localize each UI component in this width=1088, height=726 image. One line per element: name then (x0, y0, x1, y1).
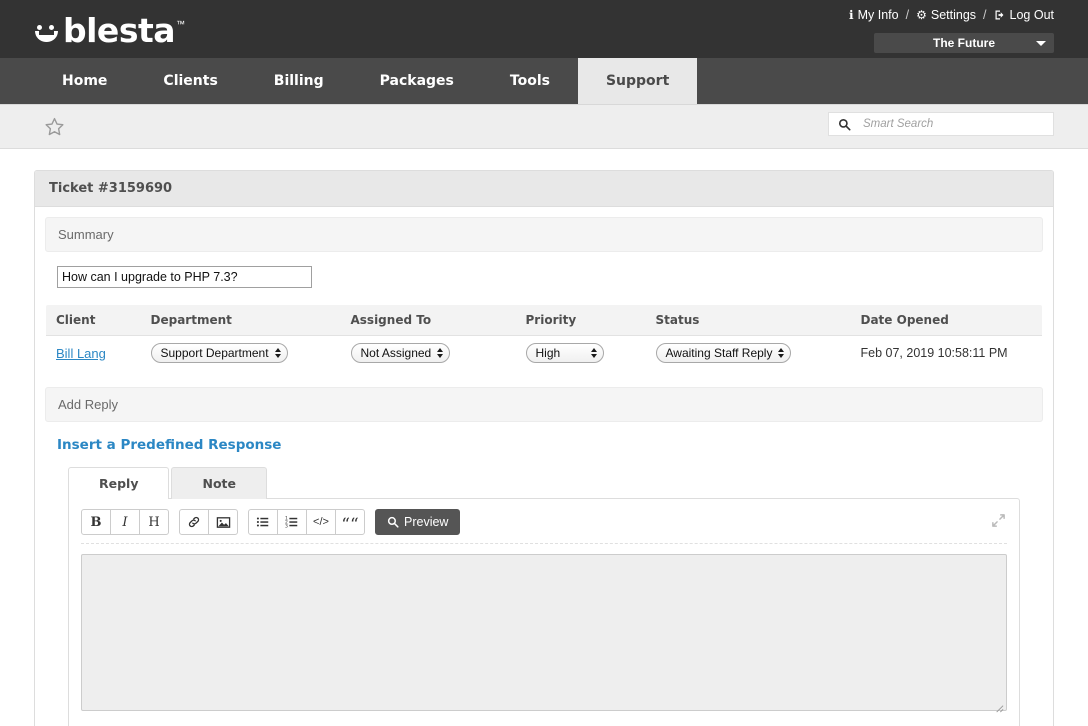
table-row: Bill Lang Support Department Not Assigne… (46, 336, 1043, 371)
log-out-label: Log Out (1010, 8, 1054, 22)
ticket-panel: Ticket #3159690 Summary Client Departmen… (34, 170, 1054, 726)
log-out-link[interactable]: Log Out (994, 8, 1054, 22)
my-info-link[interactable]: ℹ My Info (849, 8, 899, 22)
stepper-arrows-icon (275, 348, 281, 358)
priority-select-value: High (536, 346, 561, 360)
status-select-value: Awaiting Staff Reply (666, 346, 773, 360)
cell-priority: High (516, 336, 646, 371)
page-title: Ticket #3159690 (35, 171, 1053, 207)
cell-status: Awaiting Staff Reply (646, 336, 851, 371)
column-header-date-opened: Date Opened (851, 305, 1043, 336)
column-header-department: Department (141, 305, 341, 336)
column-header-client: Client (46, 305, 141, 336)
logo-trademark: ™ (176, 20, 185, 29)
company-selector[interactable]: The Future (874, 33, 1054, 53)
table-header-row: Client Department Assigned To Priority S… (46, 305, 1043, 336)
logout-icon (994, 9, 1006, 21)
image-icon[interactable] (208, 509, 238, 535)
tab-note[interactable]: Note (171, 467, 267, 499)
top-brand-bar: blesta ™ ℹ My Info / ⚙ Settings / Log Ou… (0, 0, 1088, 58)
bold-icon[interactable]: B (81, 509, 111, 535)
main-navigation: Home Clients Billing Packages Tools Supp… (0, 58, 1088, 105)
header-separator-2: / (983, 8, 986, 22)
logo-wordmark: blesta (63, 15, 175, 47)
stepper-arrows-icon (778, 348, 784, 358)
cell-client: Bill Lang (46, 336, 141, 371)
logo-mouth (35, 31, 58, 42)
nav-item-support[interactable]: Support (578, 58, 697, 104)
nav-item-clients[interactable]: Clients (135, 58, 245, 104)
toolbar-group-insert (179, 509, 238, 535)
logo-eye-right (49, 25, 54, 30)
column-header-assigned-to: Assigned To (341, 305, 516, 336)
table-body: Bill Lang Support Department Not Assigne… (46, 336, 1043, 371)
blesta-logo[interactable]: blesta ™ (34, 11, 185, 47)
company-selector-value: The Future (933, 36, 995, 50)
nav-item-home[interactable]: Home (34, 58, 135, 104)
assigned-to-select-value: Not Assigned (361, 346, 432, 360)
client-link[interactable]: Bill Lang (56, 346, 106, 361)
summary-field-wrapper (45, 266, 1043, 304)
summary-section-header: Summary (45, 217, 1043, 252)
stepper-arrows-icon (591, 348, 597, 358)
assigned-to-select[interactable]: Not Assigned (351, 343, 451, 363)
sub-toolbar (0, 105, 1088, 149)
unordered-list-icon[interactable] (248, 509, 278, 535)
smiley-face-logo-icon (34, 20, 60, 44)
heading-icon[interactable]: H (139, 509, 169, 535)
add-reply-section-header: Add Reply (45, 387, 1043, 422)
search-icon (837, 117, 851, 131)
link-icon[interactable] (179, 509, 209, 535)
smart-search-box[interactable] (828, 112, 1054, 136)
toolbar-group-text: B I H (81, 509, 169, 535)
star-outline-icon[interactable] (44, 116, 66, 138)
chevron-down-icon (1036, 41, 1046, 46)
tab-reply[interactable]: Reply (68, 467, 169, 499)
column-header-status: Status (646, 305, 851, 336)
priority-select[interactable]: High (526, 343, 604, 363)
insert-predefined-response-link[interactable]: Insert a Predefined Response (57, 437, 281, 453)
department-select[interactable]: Support Department (151, 343, 288, 363)
page-content: Ticket #3159690 Summary Client Departmen… (0, 149, 1088, 726)
header-separator-1: / (906, 8, 909, 22)
ordered-list-icon[interactable]: 1 2 3 (277, 509, 307, 535)
nav-item-tools[interactable]: Tools (482, 58, 578, 104)
editor-toolbar: B I H (81, 509, 1007, 544)
my-info-label: My Info (858, 8, 899, 22)
search-input[interactable] (861, 117, 1053, 131)
reply-textarea-holder (81, 544, 1007, 716)
cell-date-opened: Feb 07, 2019 10:58:11 PM (851, 336, 1043, 371)
code-icon[interactable]: </> (306, 509, 336, 535)
cell-department: Support Department (141, 336, 341, 371)
ticket-panel-body: Summary Client Department Assigned To Pr… (35, 207, 1053, 726)
table-head: Client Department Assigned To Priority S… (46, 305, 1043, 336)
expand-arrows-icon[interactable] (991, 513, 1007, 529)
logo-eye-left (37, 25, 42, 30)
ticket-details-table: Client Department Assigned To Priority S… (45, 304, 1043, 371)
reply-textarea[interactable] (81, 554, 1007, 711)
reply-editor: B I H (68, 498, 1020, 726)
svg-text:3: 3 (285, 523, 288, 529)
header-links: ℹ My Info / ⚙ Settings / Log Out (849, 8, 1054, 22)
preview-button[interactable]: Preview (375, 509, 460, 535)
gear-icon: ⚙ (916, 9, 927, 21)
italic-icon[interactable]: I (110, 509, 140, 535)
column-header-priority: Priority (516, 305, 646, 336)
preview-button-label: Preview (404, 515, 448, 529)
settings-link[interactable]: ⚙ Settings (916, 8, 976, 22)
reply-tabs: Reply Note (68, 467, 1043, 499)
status-select[interactable]: Awaiting Staff Reply (656, 343, 792, 363)
quote-icon[interactable]: ““ (335, 509, 365, 535)
settings-label: Settings (931, 8, 976, 22)
search-icon (387, 516, 399, 528)
summary-input[interactable] (57, 266, 312, 288)
stepper-arrows-icon (437, 348, 443, 358)
department-select-value: Support Department (161, 346, 269, 360)
nav-item-packages[interactable]: Packages (352, 58, 482, 104)
cell-assigned-to: Not Assigned (341, 336, 516, 371)
nav-item-billing[interactable]: Billing (246, 58, 352, 104)
info-icon: ℹ (849, 9, 854, 21)
toolbar-group-blocks: 1 2 3 </> ““ (248, 509, 365, 535)
